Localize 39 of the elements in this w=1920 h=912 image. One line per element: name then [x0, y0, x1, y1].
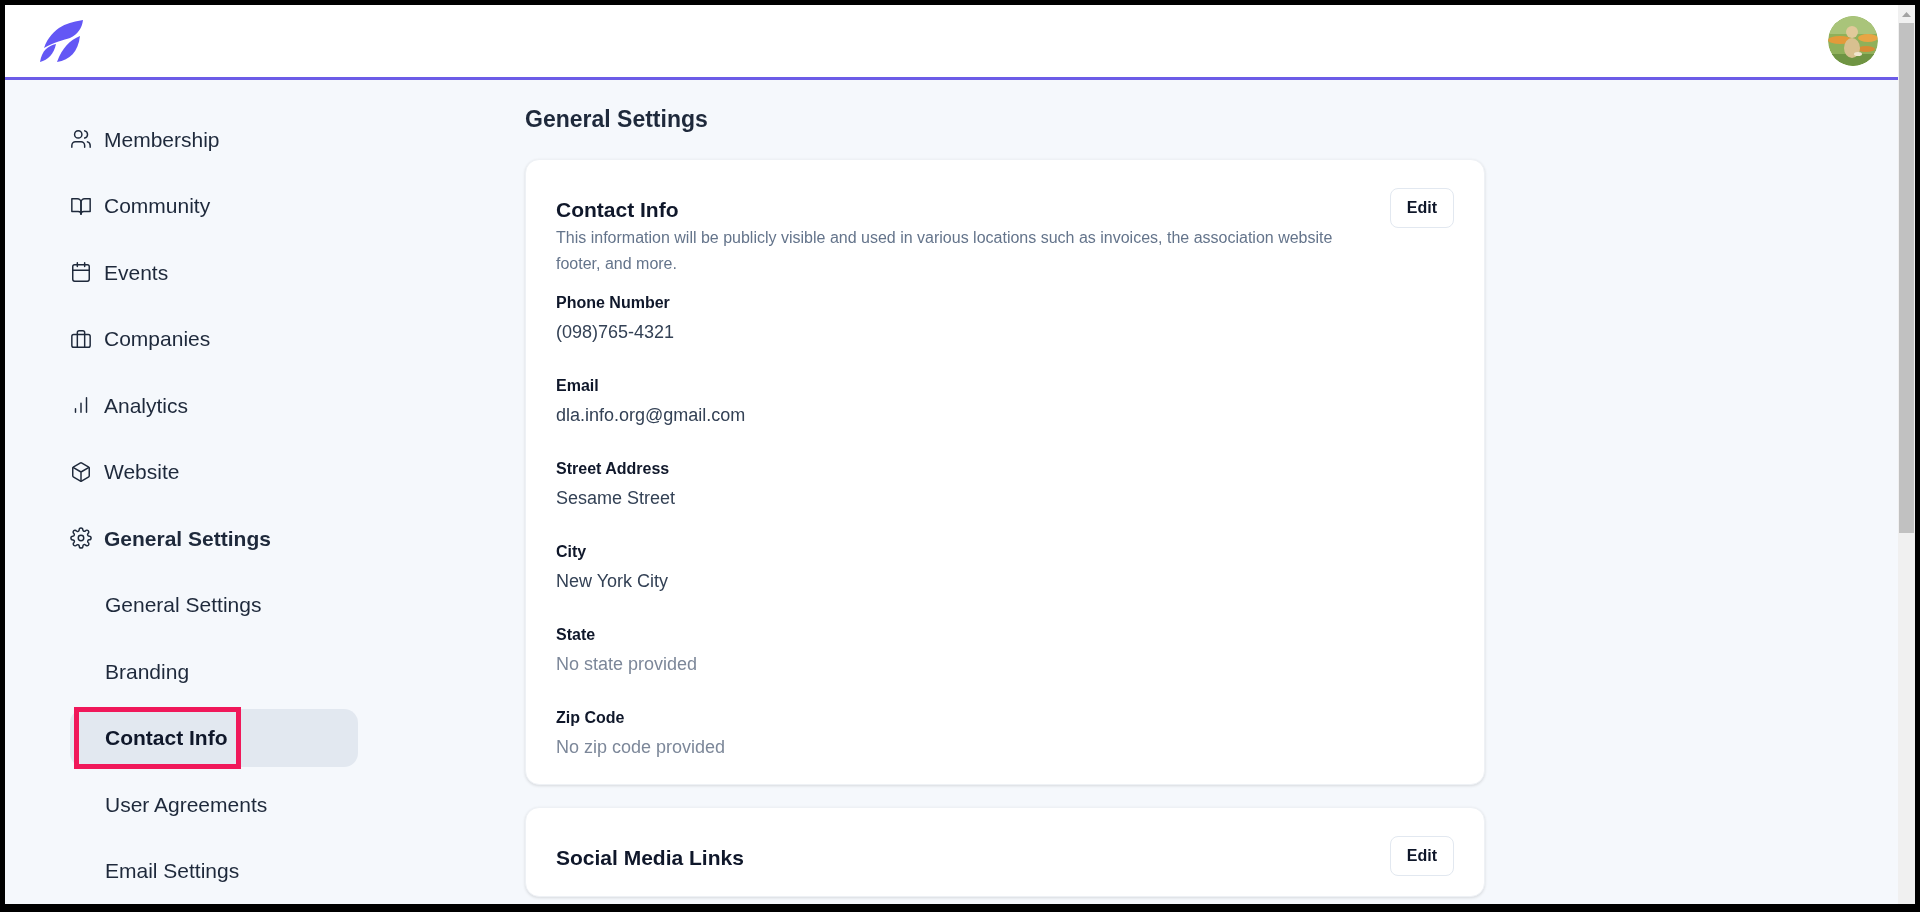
users-icon [70, 128, 92, 151]
field-label: Email [556, 376, 600, 396]
field-label: Street Address [556, 459, 671, 479]
edit-button[interactable]: Edit [1389, 836, 1454, 876]
briefcase-icon [70, 327, 92, 350]
settings-icon [70, 527, 92, 550]
calendar-icon [70, 261, 92, 284]
sidebar-item[interactable]: General Settings [70, 505, 525, 572]
sidebar-item[interactable]: Events [70, 239, 525, 306]
field-value: (098)765-4321 [556, 321, 676, 344]
sidebar-item[interactable]: Website [70, 438, 525, 505]
page-title: General Settings [525, 105, 709, 134]
sidebar-subitem[interactable]: Email Settings [70, 841, 358, 900]
edit-button[interactable]: Edit [1389, 187, 1454, 228]
field-value: No zip code provided [556, 736, 727, 759]
sidebar-item[interactable]: Membership [70, 106, 525, 173]
cube-icon [70, 460, 92, 483]
card-description: This information will be publicly visible and used in various locations such as invoices, the association website footer, and more. [556, 228, 1334, 274]
leaf-logo-icon[interactable] [40, 20, 84, 62]
sidebar-subitem[interactable]: Branding [70, 642, 358, 701]
field-value: No state provided [556, 653, 699, 676]
card-title: Social Media Links [556, 845, 744, 871]
scrollbar-thumb[interactable] [1899, 23, 1914, 533]
field-value: New York City [556, 570, 670, 593]
sidebar-subitem[interactable]: General Settings [70, 575, 358, 634]
field-value: dla.info.org@gmail.com [556, 404, 747, 427]
sidebar-item[interactable]: Companies [70, 305, 525, 372]
field-label: State [556, 625, 597, 645]
sidebar-subitem[interactable]: Contact Info [70, 708, 358, 767]
field-label: Zip Code [556, 708, 626, 728]
sidebar-subitem[interactable]: User Agreements [70, 775, 358, 834]
sidebar-item[interactable]: Community [70, 172, 525, 239]
field-label: Phone Number [556, 293, 671, 313]
scroll-up-icon[interactable] [1902, 11, 1911, 17]
card-title: Contact Info [556, 196, 680, 223]
field-label: City [556, 542, 588, 562]
field-value: Sesame Street [556, 487, 677, 510]
sidebar-item[interactable]: Analytics [70, 372, 525, 439]
scrollbar[interactable] [1898, 5, 1915, 904]
